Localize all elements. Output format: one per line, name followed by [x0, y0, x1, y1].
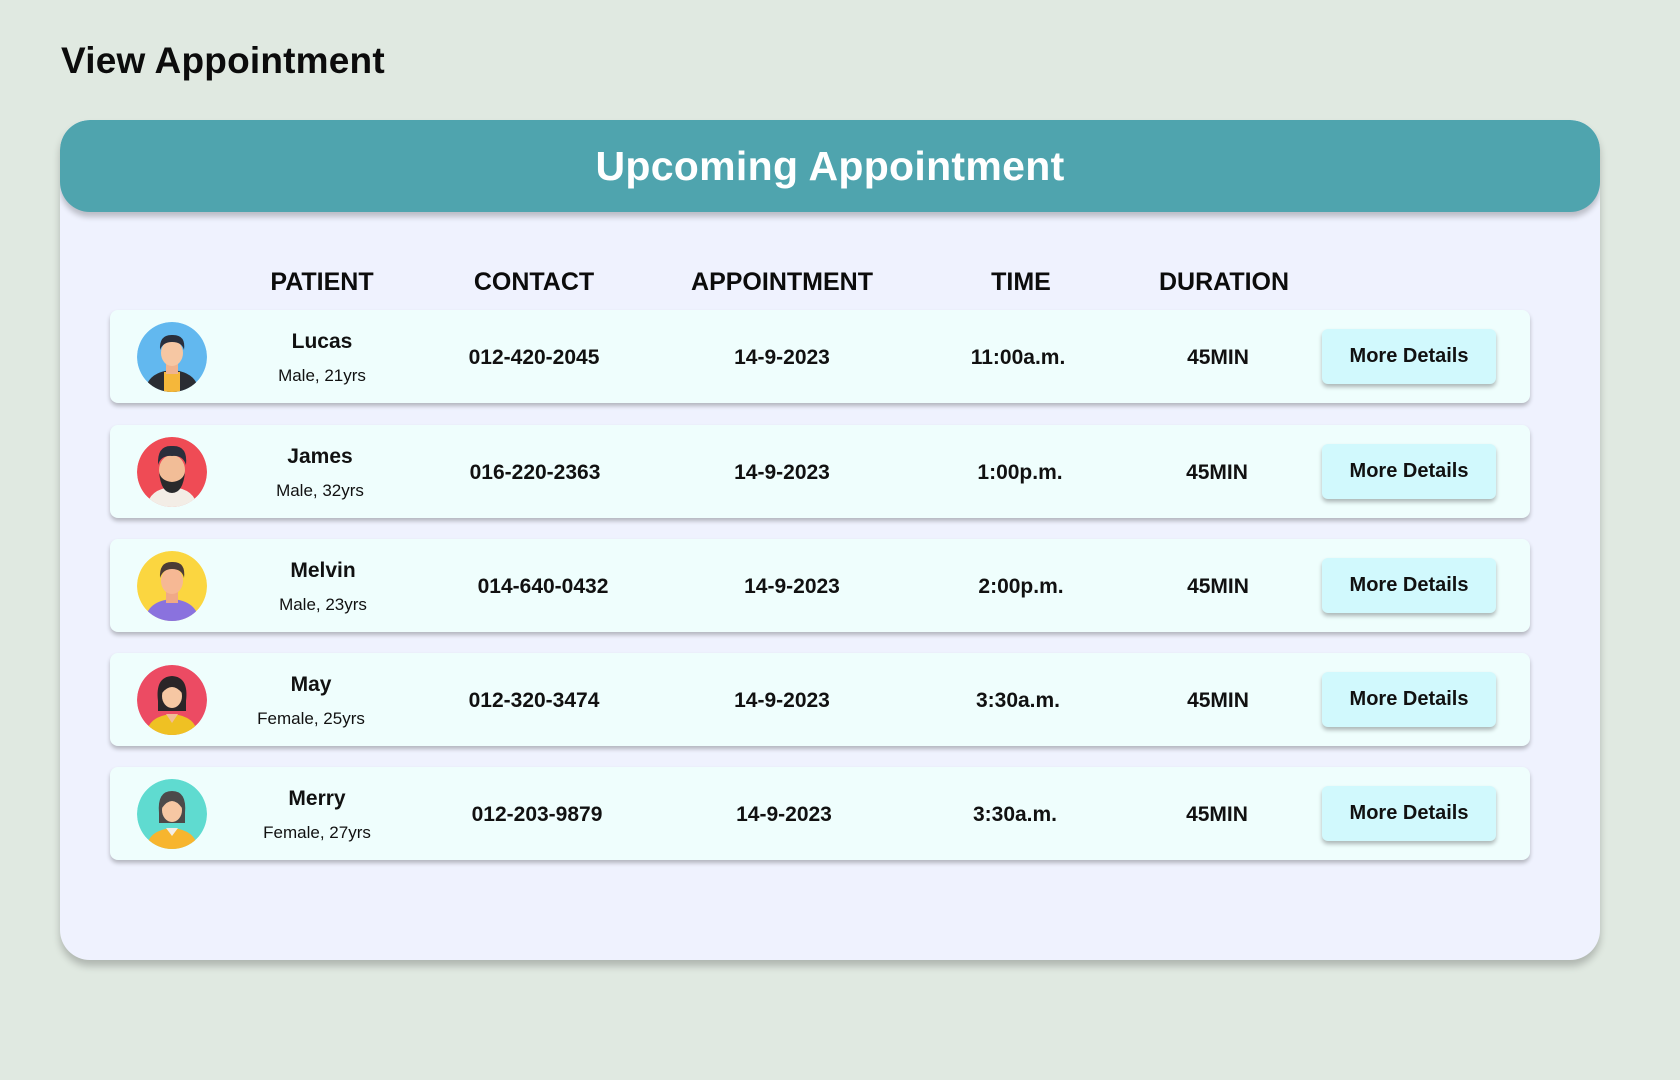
appointment-date: 14-9-2023 — [744, 575, 840, 598]
contact-number: 014-640-0432 — [477, 575, 609, 598]
patient-name: James — [287, 445, 353, 468]
column-header-appointment: APPOINTMENT — [691, 268, 873, 296]
appointment-duration: 45MIN — [1186, 461, 1248, 484]
table-row: James Male, 32yrs 016-220-2363 14-9-2023… — [110, 425, 1530, 518]
appointment-duration: 45MIN — [1187, 689, 1249, 712]
female-avatar-red-icon — [137, 665, 207, 735]
appointment-time: 11:00a.m. — [970, 346, 1066, 369]
appointment-time: 3:30a.m. — [975, 689, 1061, 712]
patient-info: Male, 21yrs — [278, 366, 366, 385]
contact-number: 016-220-2363 — [469, 461, 601, 484]
contact-number: 012-203-9879 — [471, 803, 603, 826]
column-header-patient: PATIENT — [270, 268, 374, 296]
table-row: May Female, 25yrs 012-320-3474 14-9-2023… — [110, 653, 1530, 746]
table-row: Lucas Male, 21yrs 012-420-2045 14-9-2023… — [110, 310, 1530, 403]
contact-number: 012-420-2045 — [468, 346, 600, 369]
appointment-time: 3:30a.m. — [972, 803, 1058, 826]
table-row: Merry Female, 27yrs 012-203-9879 14-9-20… — [110, 767, 1530, 860]
patient-info: Male, 32yrs — [276, 481, 364, 500]
column-header-time: TIME — [991, 268, 1051, 296]
more-details-button[interactable]: More Details — [1322, 672, 1496, 727]
appointment-date: 14-9-2023 — [736, 803, 832, 826]
table-row: Melvin Male, 23yrs 014-640-0432 14-9-202… — [110, 539, 1530, 632]
appointment-duration: 45MIN — [1187, 575, 1249, 598]
card-header: Upcoming Appointment — [60, 120, 1600, 212]
more-details-button[interactable]: More Details — [1322, 444, 1496, 499]
contact-number: 012-320-3474 — [468, 689, 600, 712]
male-avatar-yellow-icon — [137, 551, 207, 621]
appointment-time: 2:00p.m. — [978, 575, 1064, 598]
patient-info: Male, 23yrs — [279, 595, 367, 614]
column-header-duration: DURATION — [1158, 268, 1290, 296]
appointment-date: 14-9-2023 — [734, 346, 830, 369]
patient-name: Merry — [288, 787, 346, 810]
patient-info: Female, 25yrs — [257, 709, 365, 728]
card-title: Upcoming Appointment — [595, 142, 1065, 189]
appointments-card: Upcoming Appointment PATIENT CONTACT APP… — [60, 120, 1600, 960]
patient-info: Female, 27yrs — [263, 823, 371, 842]
patient-name: May — [290, 673, 332, 696]
more-details-button[interactable]: More Details — [1322, 558, 1496, 613]
appointment-duration: 45MIN — [1186, 803, 1248, 826]
column-header-contact: CONTACT — [473, 268, 595, 296]
appointment-duration: 45MIN — [1187, 346, 1249, 369]
appointment-time: 1:00p.m. — [977, 461, 1063, 484]
bearded-male-avatar-red-icon — [137, 437, 207, 507]
female-avatar-teal-icon — [137, 779, 207, 849]
patient-name: Melvin — [290, 559, 356, 582]
page-title: View Appointment — [61, 40, 385, 81]
more-details-button[interactable]: More Details — [1322, 786, 1496, 841]
male-avatar-blue-icon — [137, 322, 207, 392]
more-details-button[interactable]: More Details — [1322, 329, 1496, 384]
appointment-date: 14-9-2023 — [734, 689, 830, 712]
appointment-date: 14-9-2023 — [734, 461, 830, 484]
patient-name: Lucas — [291, 330, 353, 353]
